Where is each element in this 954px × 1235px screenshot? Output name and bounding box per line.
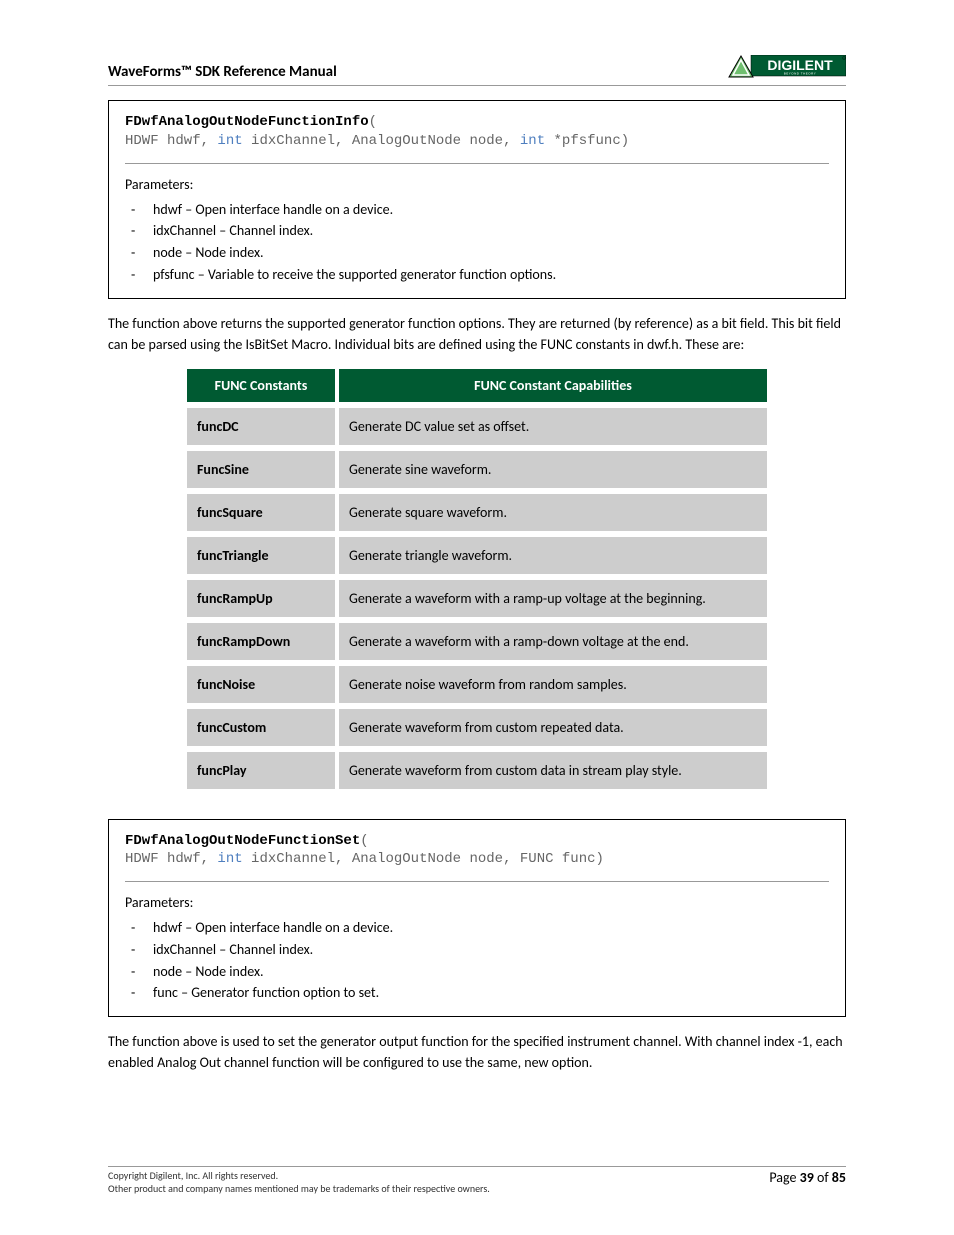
function-name: FDwfAnalogOutNodeFunctionSet [125,833,360,849]
svg-text:BEYOND THEORY: BEYOND THEORY [784,72,816,76]
table-header-constants: FUNC Constants [187,369,337,405]
page-footer: Copyright Digilent, Inc. All rights rese… [108,1166,846,1195]
param-item: pfsfunc – Variable to receive the suppor… [125,264,829,286]
table-row: FuncSineGenerate sine waveform. [187,448,767,491]
table-row: funcRampDownGenerate a waveform with a r… [187,620,767,663]
func-constants-table: FUNC Constants FUNC Constant Capabilitie… [187,369,767,795]
param-item: node – Node index. [125,961,829,983]
table-row: funcRampUpGenerate a waveform with a ram… [187,577,767,620]
param-item: hdwf – Open interface handle on a device… [125,199,829,221]
document-page: WaveForms™ SDK Reference Manual DIGILENT… [0,0,954,1235]
function-name: FDwfAnalogOutNodeFunctionInfo [125,114,369,130]
description-paragraph: The function above returns the supported… [108,313,846,355]
copyright-block: Copyright Digilent, Inc. All rights rese… [108,1169,490,1195]
page-number: Page 39 of 85 [769,1169,846,1186]
page-header: WaveForms™ SDK Reference Manual DIGILENT… [108,55,846,86]
table-row: funcTriangleGenerate triangle waveform. [187,534,767,577]
parameters-list: hdwf – Open interface handle on a device… [125,199,829,286]
description-paragraph: The function above is used to set the ge… [108,1031,846,1073]
parameters-list: hdwf – Open interface handle on a device… [125,917,829,1004]
divider [125,163,829,164]
table-header-capabilities: FUNC Constant Capabilities [337,369,767,405]
function-signature: FDwfAnalogOutNodeFunctionSet( HDWF hdwf,… [125,832,829,870]
trademark-line: Other product and company names mentione… [108,1182,490,1195]
digilent-logo: DIGILENT BEYOND THEORY R [728,55,846,81]
param-item: node – Node index. [125,242,829,264]
table-row: funcNoiseGenerate noise waveform from ra… [187,663,767,706]
function-signature: FDwfAnalogOutNodeFunctionInfo( HDWF hdwf… [125,113,829,151]
param-item: idxChannel – Channel index. [125,220,829,242]
param-item: hdwf – Open interface handle on a device… [125,917,829,939]
svg-text:DIGILENT: DIGILENT [767,57,833,73]
table-row: funcCustomGenerate waveform from custom … [187,706,767,749]
parameters-label: Parameters: [125,894,829,911]
manual-title: WaveForms™ SDK Reference Manual [108,63,337,81]
param-item: idxChannel – Channel index. [125,939,829,961]
divider [125,881,829,882]
table-row: funcSquareGenerate square waveform. [187,491,767,534]
param-item: func – Generator function option to set. [125,982,829,1004]
parameters-label: Parameters: [125,176,829,193]
copyright-line: Copyright Digilent, Inc. All rights rese… [108,1169,490,1182]
table-row: funcDCGenerate DC value set as offset. [187,405,767,448]
table-row: funcPlayGenerate waveform from custom da… [187,749,767,792]
function-info-box: FDwfAnalogOutNodeFunctionInfo( HDWF hdwf… [108,100,846,299]
function-set-box: FDwfAnalogOutNodeFunctionSet( HDWF hdwf,… [108,819,846,1018]
